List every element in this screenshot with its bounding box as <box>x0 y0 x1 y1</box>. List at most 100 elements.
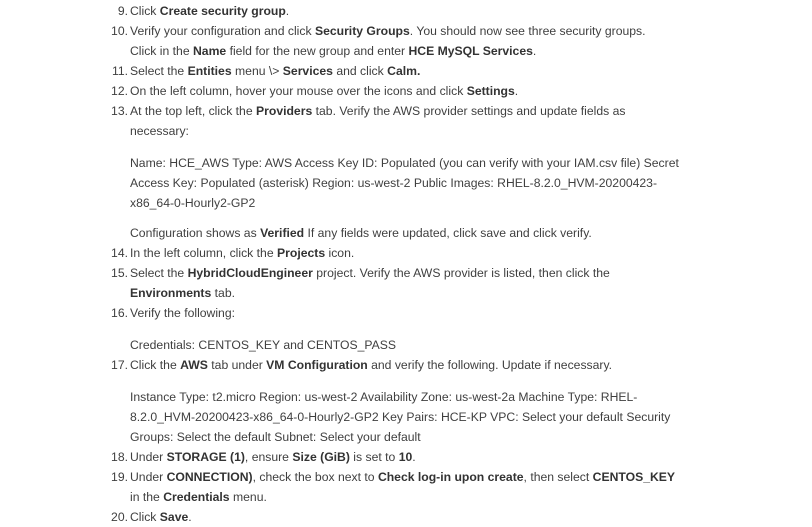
text-run: Click <box>130 4 160 18</box>
emphasized-term: Security Groups <box>314 24 410 38</box>
step-number: 15. <box>111 266 128 280</box>
emphasized-term: Environments <box>130 286 212 300</box>
step-number: 14. <box>111 246 128 260</box>
step-text-line: Under STORAGE (1), ensure Size (GiB) is … <box>130 447 416 467</box>
step-text-line: On the left column, hover your mouse ove… <box>130 81 518 101</box>
step-text-line: Select the Entities menu \> Services and… <box>130 61 420 81</box>
text-run: project. Verify the AWS provider is list… <box>312 266 610 280</box>
emphasized-term: VM Configuration <box>266 358 368 372</box>
text-run: Groups: Select the default Subnet: Selec… <box>130 430 421 444</box>
emphasized-term: 10 <box>398 450 413 464</box>
text-run: , ensure <box>244 450 293 464</box>
text-run: In the left column, click the <box>130 246 277 260</box>
text-run: Name: HCE_AWS Type: AWS Access Key ID: P… <box>130 156 679 170</box>
text-run: . <box>188 510 192 524</box>
emphasized-term: Create security group <box>159 4 286 18</box>
step-text-line: Click Create security group. <box>130 1 289 21</box>
text-run: 8.2.0_HVM-20200423-x86_64-0-Hourly2-GP2 … <box>130 410 671 424</box>
step-number: 13. <box>111 104 128 118</box>
step-text-line: Select the HybridCloudEngineer project. … <box>130 263 610 283</box>
step-text-line: Environments tab. <box>130 283 235 303</box>
text-run: Click <box>130 510 160 524</box>
step-detail-line: 8.2.0_HVM-20200423-x86_64-0-Hourly2-GP2 … <box>130 407 670 427</box>
text-run: x86_64-0-Hourly2-GP2 <box>130 196 256 210</box>
text-run: Verify the following: <box>130 306 236 320</box>
emphasized-term: Entities <box>187 64 232 78</box>
text-run: On the left column, hover your mouse ove… <box>130 84 467 98</box>
text-run: is set to <box>349 450 399 464</box>
text-run: field for the new group and enter <box>226 44 409 58</box>
step-number: 19. <box>111 470 128 484</box>
step-number: 16. <box>111 306 128 320</box>
text-run: Click in the <box>130 44 193 58</box>
step-detail-line: Instance Type: t2.micro Region: us-west-… <box>130 387 637 407</box>
step-detail-line: Access Key: Populated (asterisk) Region:… <box>130 173 657 193</box>
text-run: tab. Verify the AWS provider settings an… <box>312 104 626 118</box>
step-text-line: Verify your configuration and click Secu… <box>130 21 646 41</box>
step-number: 9. <box>117 4 128 18</box>
text-run: Click the <box>130 358 181 372</box>
step-text-line: Verify the following: <box>130 303 235 323</box>
emphasized-term: Settings <box>466 84 515 98</box>
text-run: , check the box next to <box>252 470 378 484</box>
text-run: At the top left, click the <box>130 104 256 118</box>
step-detail-line: Credentials: CENTOS_KEY and CENTOS_PASS <box>130 335 396 355</box>
text-run: menu. <box>229 490 267 504</box>
text-run: Access Key: Populated (asterisk) Region:… <box>130 176 658 190</box>
text-run: Under <box>130 450 167 464</box>
emphasized-term: AWS <box>180 358 208 372</box>
step-number: 11. <box>111 64 128 78</box>
emphasized-term: Name <box>193 44 227 58</box>
emphasized-term: HybridCloudEngineer <box>187 266 313 280</box>
text-run: Verify your configuration and click <box>130 24 315 38</box>
text-run: Select the <box>130 64 188 78</box>
step-text-line: Click in the Name field for the new grou… <box>130 41 536 61</box>
text-run: . <box>412 450 416 464</box>
emphasized-term: CONNECTION) <box>166 470 253 484</box>
text-run: If any fields were updated, click save a… <box>304 226 592 240</box>
text-run: menu \> <box>231 64 283 78</box>
text-run: tab. <box>211 286 235 300</box>
step-text-line: Click the AWS tab under VM Configuration… <box>130 355 612 375</box>
emphasized-term: Verified <box>260 226 305 240</box>
emphasized-term: CENTOS_KEY <box>592 470 676 484</box>
step-detail-line: Name: HCE_AWS Type: AWS Access Key ID: P… <box>130 153 679 173</box>
step-text-line: Under CONNECTION), check the box next to… <box>130 467 675 487</box>
emphasized-term: Check log-in upon create <box>377 470 524 484</box>
emphasized-term: Size (GiB) <box>292 450 350 464</box>
text-run: necessary: <box>130 124 189 138</box>
step-number: 17. <box>111 358 128 372</box>
text-run: and click <box>332 64 388 78</box>
text-run: . <box>285 4 290 18</box>
emphasized-term: Credentials <box>163 490 230 504</box>
text-run: icon. <box>325 246 355 260</box>
emphasized-term: HCE MySQL Services <box>408 44 533 58</box>
step-detail-line: Configuration shows as Verified If any f… <box>130 223 592 243</box>
emphasized-term: STORAGE (1) <box>166 450 245 464</box>
step-number: 10. <box>111 24 128 38</box>
text-run: Under <box>130 470 167 484</box>
step-text-line: necessary: <box>130 121 189 141</box>
text-run: Select the <box>130 266 188 280</box>
text-run: Credentials: CENTOS_KEY and CENTOS_PASS <box>130 338 396 352</box>
step-text-line: Click Save. <box>130 507 192 527</box>
step-detail-line: x86_64-0-Hourly2-GP2 <box>130 193 255 213</box>
step-text-line: At the top left, click the Providers tab… <box>130 101 625 121</box>
emphasized-term: Projects <box>277 246 326 260</box>
text-run: tab under <box>207 358 267 372</box>
text-run: , then select <box>523 470 593 484</box>
step-text-line: In the left column, click the Projects i… <box>130 243 354 263</box>
step-number: 18. <box>111 450 128 464</box>
emphasized-term: Providers <box>256 104 313 118</box>
text-run: . <box>532 44 537 58</box>
text-run: Configuration shows as <box>130 226 261 240</box>
text-run: and verify the following. Update if nece… <box>367 358 613 372</box>
emphasized-term: Calm. <box>387 64 421 78</box>
emphasized-term: Save <box>159 510 189 524</box>
text-run: . <box>514 84 519 98</box>
step-number: 20. <box>111 510 128 524</box>
emphasized-term: Services <box>282 64 333 78</box>
text-run: in the <box>130 490 164 504</box>
step-number: 12. <box>111 84 128 98</box>
text-run: . You should now see three security grou… <box>409 24 646 38</box>
